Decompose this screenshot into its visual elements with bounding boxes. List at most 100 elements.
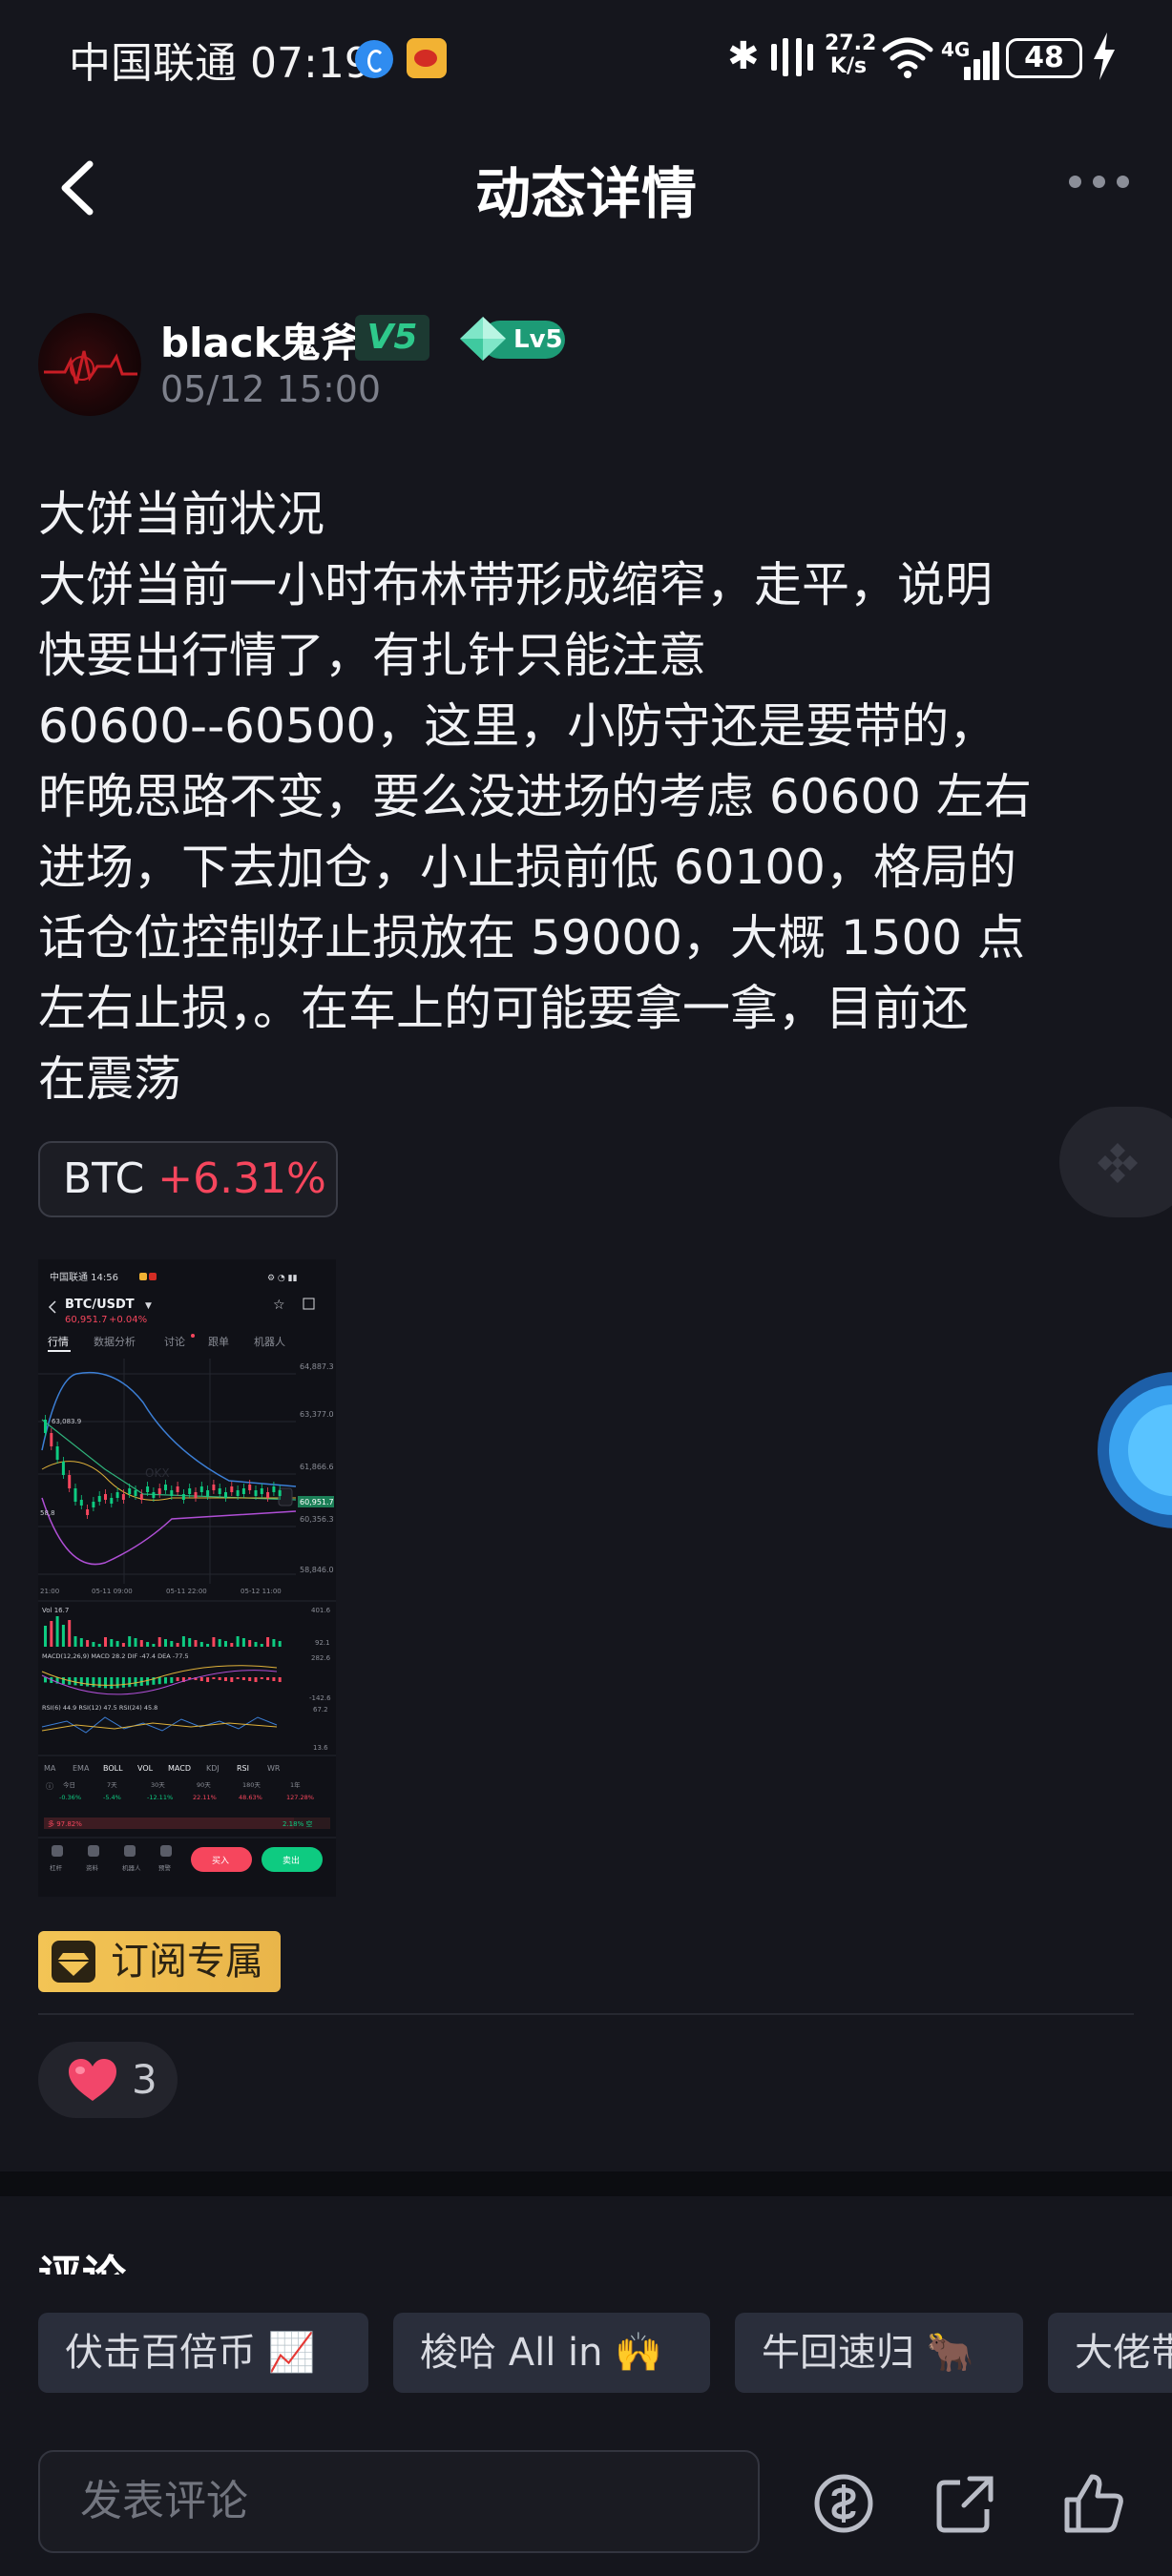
- shot-macd-bar: [230, 1677, 234, 1682]
- comments-heading: 评论: [38, 2242, 126, 2275]
- shot-volume-bar: [110, 1639, 114, 1647]
- shot-indicator-tab: WR: [267, 1764, 281, 1773]
- shot-volume-bar: [241, 1638, 245, 1647]
- shot-macd-bar: [248, 1677, 252, 1681]
- shot-volume-bar: [266, 1637, 270, 1647]
- shot-volume-bar: [44, 1626, 47, 1647]
- shot-indicator-tab: VOL: [137, 1764, 154, 1773]
- shot-candle: [260, 1488, 263, 1494]
- shot-macd-bar: [157, 1677, 161, 1685]
- avatar[interactable]: [38, 313, 141, 416]
- author-name[interactable]: black鬼斧: [160, 311, 361, 369]
- shot-macd-bar: [121, 1677, 125, 1688]
- shot-status-app-icon: [149, 1273, 157, 1280]
- shot-candle: [146, 1486, 150, 1492]
- shot-buy-label: 买入: [212, 1856, 229, 1866]
- post-line: 昨晚思路不变，要么没进场的考虑 60600 左右: [38, 769, 1032, 824]
- subscription-badge[interactable]: 订阅专属: [38, 1931, 281, 1992]
- shot-tab-dot: [191, 1334, 195, 1338]
- charging-icon: [1094, 32, 1115, 80]
- quick-reply-chip[interactable]: 梭哈 All in 🙌: [393, 2313, 710, 2393]
- shot-perf-value: -12.11%: [147, 1794, 173, 1801]
- coin-change: +6.31%: [157, 1154, 326, 1203]
- shot-volume-bar: [218, 1639, 221, 1647]
- share-icon[interactable]: [931, 2469, 1000, 2538]
- shot-volume-bar: [157, 1637, 161, 1647]
- shot-star-icon: ☆: [273, 1298, 285, 1313]
- post-line: 左右止损，。在车上的可能要拿一拿，目前还: [38, 981, 969, 1036]
- signal-icon: [954, 38, 1002, 80]
- shot-perf-period: 30天: [151, 1781, 165, 1789]
- shot-candle: [254, 1490, 258, 1496]
- shot-candle: [278, 1490, 282, 1496]
- coin-tag[interactable]: BTC +6.31%: [38, 1141, 338, 1217]
- shot-perf-period: 180天: [242, 1781, 261, 1789]
- shot-macd-bar: [212, 1677, 216, 1679]
- shot-macd-label: MACD(12,26,9) MACD 28.2 DIF -47.4 DEA -7…: [42, 1652, 189, 1660]
- heart-icon: [69, 2059, 116, 2101]
- quick-reply-chip[interactable]: 大佬带: [1048, 2313, 1172, 2393]
- shot-candle: [181, 1494, 185, 1500]
- shot-candle: [199, 1486, 203, 1492]
- quick-reply-chip[interactable]: 牛回速归 🐂: [735, 2313, 1023, 2393]
- shot-volume-bar: [121, 1643, 125, 1647]
- thumbs-up-icon[interactable]: [1059, 2469, 1128, 2538]
- post-image[interactable]: 中国联通 14:56 ⚙ ◔ ▮▮ BTC/USDT ▼ 60,951.7 +0…: [38, 1259, 336, 1897]
- shot-macd-bar: [73, 1677, 77, 1686]
- shot-volume-bar: [55, 1616, 59, 1647]
- shot-volume-bar: [230, 1643, 234, 1647]
- shot-price-tick: 63,377.0: [300, 1410, 334, 1419]
- divider: [38, 2013, 1134, 2015]
- shot-price: 60,951.7: [65, 1315, 108, 1325]
- shot-candle: [50, 1433, 53, 1446]
- avatar-art-icon: [44, 350, 137, 384]
- shot-candle: [55, 1446, 59, 1460]
- shot-macd-bar: [115, 1677, 119, 1689]
- shot-candle: [68, 1475, 72, 1488]
- shot-indicator-tab: RSI: [237, 1764, 249, 1773]
- quick-reply-chip[interactable]: 伏击百倍币 📈: [38, 2313, 368, 2393]
- shot-macd-bar: [206, 1677, 210, 1682]
- shot-perf-period: 1年: [290, 1780, 301, 1789]
- shot-macd-bar: [128, 1677, 132, 1688]
- wifi-icon: [882, 37, 933, 78]
- tip-coin-icon[interactable]: [809, 2469, 878, 2538]
- shot-price-tick: 64,887.3: [300, 1362, 334, 1371]
- shot-candle: [176, 1486, 179, 1492]
- post-line: 60600--60500，这里，小防守还是要带的，: [38, 698, 997, 754]
- comment-input[interactable]: 发表评论: [38, 2450, 760, 2553]
- like-reaction-chip[interactable]: 3: [38, 2042, 178, 2118]
- shot-price-tick: 60,356.3: [300, 1515, 334, 1524]
- shot-macd-bar: [61, 1677, 65, 1685]
- shot-macd-bar: [236, 1677, 240, 1679]
- shot-volume-bar: [73, 1636, 77, 1647]
- shot-time-tick: 05-11 22:00: [166, 1588, 207, 1595]
- shot-candle: [97, 1496, 101, 1502]
- shot-volume-bar: [50, 1621, 53, 1647]
- shot-macd-tick: -142.6: [309, 1694, 331, 1702]
- shot-price-tick: 60,951.7: [300, 1498, 334, 1506]
- shot-macd-bar: [266, 1677, 270, 1680]
- coin-symbol: BTC: [63, 1154, 145, 1203]
- shot-perf-period: 90天: [197, 1781, 211, 1789]
- shot-volume-bar: [224, 1641, 227, 1647]
- shot-volume-bar: [152, 1644, 156, 1647]
- shot-price-tick: 58,846.0: [300, 1566, 334, 1574]
- shot-perf-value: -5.4%: [103, 1794, 121, 1801]
- more-dots-icon[interactable]: [1069, 176, 1130, 198]
- shot-volume-bar: [170, 1641, 174, 1647]
- shot-macd-bar: [218, 1677, 221, 1680]
- shot-candle: [157, 1488, 161, 1494]
- shot-volume-bar: [86, 1640, 90, 1647]
- shot-macd-bar: [164, 1677, 167, 1684]
- shot-macd-bar: [170, 1677, 174, 1683]
- shot-bottom-nav-label: 杠杆: [50, 1863, 63, 1872]
- shot-macd-bar: [241, 1677, 245, 1680]
- floating-binance-button[interactable]: [1059, 1107, 1172, 1217]
- diamond-icon: [460, 317, 506, 361]
- shot-indicator-tab: MA: [44, 1764, 56, 1773]
- shot-candle: [79, 1500, 83, 1506]
- battery-icon: 48: [1006, 38, 1082, 78]
- shot-vol-tick: 401.6: [311, 1607, 331, 1614]
- shot-bottom-nav-label: 资料: [86, 1863, 99, 1872]
